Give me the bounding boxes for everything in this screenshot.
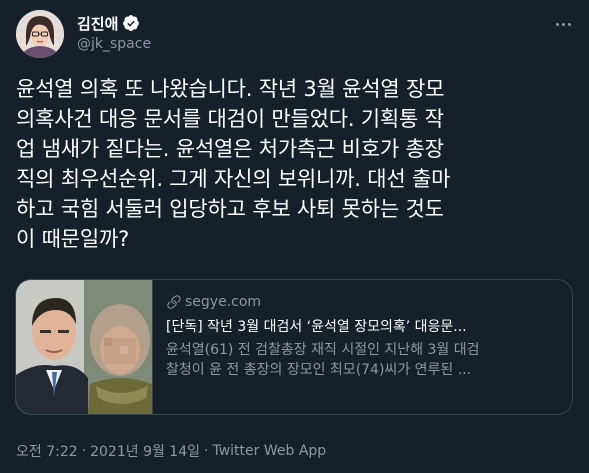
tweet-time[interactable]: 오전 7:22 <box>16 441 78 461</box>
card-domain: segye.com <box>166 292 561 312</box>
tweet-text: 윤석열 의혹 또 나왔습니다. 작년 3월 윤석열 장모 의혹사건 대응 문서를… <box>16 77 451 251</box>
avatar[interactable] <box>16 10 64 58</box>
meta-separator: · <box>204 443 209 459</box>
more-dot-icon <box>567 22 571 26</box>
tweet-meta: 오전 7:22 · 2021년 9월 14일 · Twitter Web App <box>16 440 326 462</box>
card-domain-text: segye.com <box>185 294 262 310</box>
card-description: 윤석열(61) 전 검찰총장 재직 시절인 지난해 3월 대검 찰청이 윤 전 … <box>166 340 561 380</box>
card-title: [단독] 작년 3월 대검서 ‘윤석열 장모의혹’ 대응문... <box>166 319 467 335</box>
display-name[interactable]: 김진애 <box>77 13 118 34</box>
link-icon <box>167 295 181 309</box>
author-handle[interactable]: @jk_space <box>77 36 151 52</box>
avatar-image <box>16 10 64 58</box>
card-thumbnail <box>16 280 153 414</box>
tweet-date[interactable]: 2021년 9월 14일 <box>90 441 200 461</box>
more-dot-icon <box>555 22 559 26</box>
card-description-line: 찰청이 윤 전 총장의 장모인 최모(74)씨가 연루된 ... <box>166 362 472 378</box>
card-description-line: 윤석열(61) 전 검찰총장 재직 시절인 지난해 3월 대검 <box>166 342 480 358</box>
link-card[interactable]: segye.com [단독] 작년 3월 대검서 ‘윤석열 장모의혹’ 대응문.… <box>15 279 573 415</box>
card-body: segye.com [단독] 작년 3월 대검서 ‘윤석열 장모의혹’ 대응문.… <box>166 292 561 380</box>
tweet: 김진애 @jk_space 윤석열 의혹 또 나왔습니다. 작년 3월 윤석열 … <box>0 0 589 473</box>
author-names: 김진애 @jk_space <box>77 12 151 53</box>
more-options-button[interactable] <box>553 14 573 34</box>
meta-separator: · <box>81 443 87 459</box>
tweet-header: 김진애 @jk_space <box>16 8 573 58</box>
tweet-source[interactable]: Twitter Web App <box>212 443 326 459</box>
more-dot-icon <box>561 22 565 26</box>
verified-badge-icon <box>122 14 140 32</box>
display-name-row: 김진애 <box>77 12 151 34</box>
